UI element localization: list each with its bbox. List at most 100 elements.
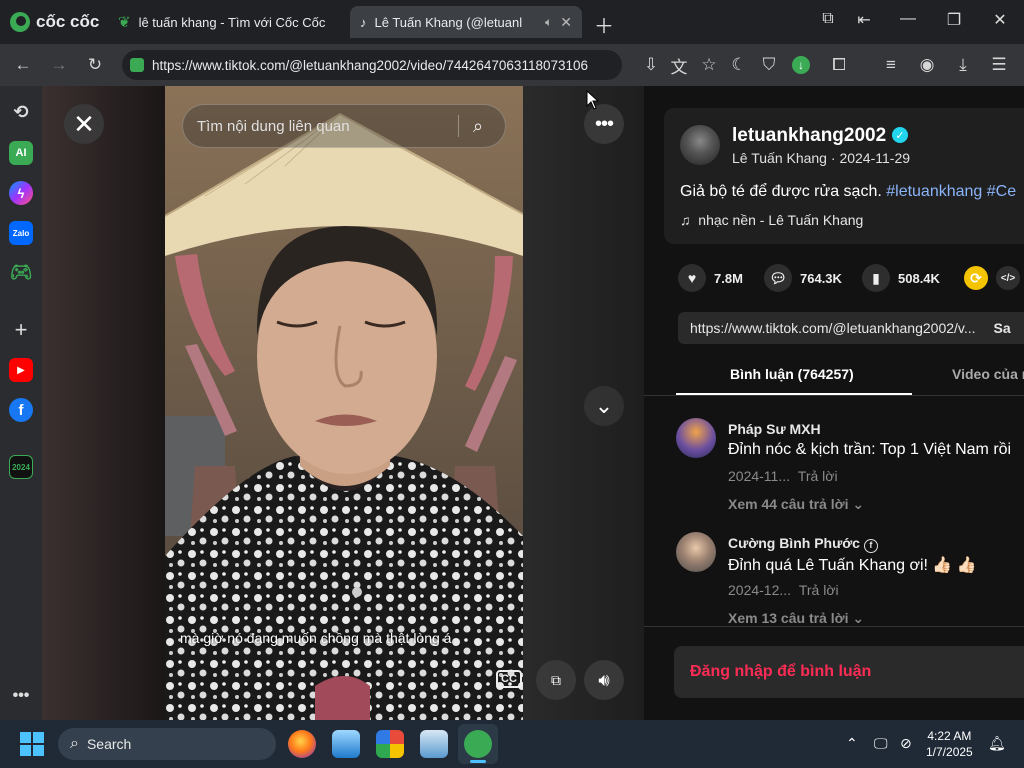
hashtag-link[interactable]: #letuankhang [886, 183, 982, 200]
view-replies-text: Xem 44 câu trả lời [728, 496, 849, 512]
bookmark-icon[interactable]: ▮ [862, 264, 890, 292]
comment-bubble-icon[interactable]: 💬︎ [764, 264, 792, 292]
tab-tiktok[interactable]: ♪ Lê Tuấn Khang (@letuanl 🔈︎ ✕ [350, 6, 582, 38]
view-replies-link[interactable]: Xem 44 câu trả lời ⌄ [728, 496, 864, 513]
view-replies-link[interactable]: Xem 13 câu trả lời ⌄ [728, 610, 864, 627]
search-divider [458, 115, 459, 137]
tab-comments[interactable]: Bình luận (764257) [730, 366, 854, 382]
new-tab-button[interactable]: ＋ [594, 10, 614, 39]
video-subtitle: mà giờ nó đang muốn chồng mà thật lòng á [180, 630, 452, 646]
maximize-button[interactable]: ❐ [942, 10, 966, 30]
view-replies-text: Xem 13 câu trả lời [728, 610, 849, 626]
zalo-icon[interactable]: Zalo [9, 221, 33, 245]
sidebar-more-icon[interactable]: ••• [9, 684, 33, 708]
comment-author[interactable]: Pháp Sư MXH [728, 421, 821, 437]
brand-text: cốc cốc [36, 12, 100, 31]
music-title: nhạc nền - Lê Tuấn Khang [698, 212, 864, 228]
embed-code-icon[interactable]: </> [996, 266, 1020, 290]
search-icon[interactable]: ⌕ [473, 116, 505, 137]
author-avatar[interactable] [680, 125, 720, 165]
related-search-box[interactable]: Tìm nội dung liên quan ⌕ [182, 104, 506, 148]
add-sidebar-app-icon[interactable]: + [9, 317, 33, 342]
bookmark-star-icon[interactable]: ☆ [696, 52, 722, 78]
firefox-icon[interactable] [288, 730, 316, 758]
copy-link-button[interactable]: Sa [994, 320, 1011, 336]
save-stat[interactable]: ▮ 508.4K [862, 264, 940, 292]
video-player[interactable] [165, 86, 523, 720]
ai-assistant-icon[interactable]: AI [9, 141, 33, 165]
youtube-icon[interactable]: ▶ [9, 358, 33, 382]
clock-date: 1/7/2025 [926, 745, 973, 759]
tab-list-icon[interactable]: ⇤ [852, 10, 876, 30]
comment-avatar[interactable] [676, 418, 716, 458]
comment-author[interactable]: Cường Bình Phước f [728, 535, 878, 553]
windows-start-icon[interactable] [20, 732, 44, 756]
reply-link[interactable]: Trả lời [798, 468, 838, 484]
address-bar[interactable]: https://www.tiktok.com/@letuankhang2002/… [122, 50, 622, 80]
save-count: 508.4K [898, 270, 940, 286]
speaker-icon[interactable]: 🔈︎ [545, 15, 552, 30]
messenger-icon[interactable]: ϟ [9, 181, 33, 205]
taskbar-search-box[interactable]: ⌕ Search [58, 728, 276, 760]
comment-meta: 2024-12... Trả lời [728, 582, 839, 598]
menu-icon[interactable]: ☰ [986, 52, 1012, 78]
hashtag-link[interactable]: #Ce [987, 183, 1016, 200]
profile-icon[interactable]: ◉ [914, 52, 940, 78]
next-video-button[interactable]: ⌄ [584, 386, 624, 426]
share-link-box[interactable]: https://www.tiktok.com/@letuankhang2002/… [678, 312, 1024, 344]
comment-stat[interactable]: 💬︎ 764.3K [764, 264, 842, 292]
mouse-cursor-icon [586, 90, 600, 110]
shield-icon[interactable]: ⛉ [756, 52, 782, 78]
more-options-button[interactable]: ••• [584, 104, 624, 144]
paint-app-icon[interactable] [376, 730, 404, 758]
login-to-comment-button[interactable]: Đăng nhập để bình luận [674, 646, 1024, 698]
coccoc-2024-icon[interactable]: 2024 [9, 455, 33, 479]
author-username[interactable]: letuankhang2002 [732, 125, 886, 147]
history-icon[interactable]: ⟲ [9, 100, 33, 124]
close-tab-icon[interactable]: ✕ [560, 14, 572, 31]
captions-cc-icon[interactable]: CC [494, 664, 524, 694]
picture-in-picture-button[interactable]: ⧉ [536, 660, 576, 700]
reload-button[interactable]: ↻ [82, 52, 108, 78]
heart-icon[interactable]: ♥ [678, 264, 706, 292]
close-video-button[interactable]: ✕ [64, 104, 104, 144]
music-link[interactable]: ♫ nhạc nền - Lê Tuấn Khang [680, 212, 863, 228]
tray-chevron-up-icon[interactable]: ⌃ [846, 735, 858, 752]
minimize-button[interactable]: — [896, 10, 920, 28]
taskbar-clock[interactable]: 4:22 AM 1/7/2025 [926, 728, 973, 760]
chevron-down-icon: ⌄ [852, 496, 865, 512]
network-icon[interactable]: 🖵︎ [874, 735, 888, 752]
remote-desktop-icon[interactable] [420, 730, 448, 758]
volume-muted-icon[interactable]: ⊘ [900, 735, 912, 752]
notification-bell-icon[interactable]: 🔔︎ [988, 735, 1006, 752]
back-button[interactable]: ← [10, 52, 36, 78]
repost-icon[interactable]: ⟳ [964, 266, 988, 290]
related-search-input[interactable]: Tìm nội dung liên quan [197, 118, 458, 135]
reply-link[interactable]: Trả lời [799, 582, 839, 598]
photos-app-icon[interactable] [332, 730, 360, 758]
comment-avatar[interactable] [676, 532, 716, 572]
forward-button[interactable]: → [46, 52, 72, 78]
game-icon[interactable]: 🎮︎ [9, 260, 33, 284]
screenshot-icon[interactable]: ⧉ [816, 10, 840, 28]
like-stat[interactable]: ♥ 7.8M [678, 264, 743, 292]
tab-search[interactable]: ❦ lê tuấn khang - Tìm với Cốc Cốc [108, 6, 348, 38]
search-icon: ⌕ [70, 735, 79, 752]
tab-title: Lê Tuấn Khang (@letuanl [374, 14, 523, 30]
media-control-icon[interactable]: ≡ [878, 52, 904, 78]
tab-creator-videos[interactable]: Video của n [952, 366, 1024, 382]
verified-badge-icon: ✓ [892, 127, 908, 143]
extensions-icon[interactable]: ⧠ [826, 52, 852, 78]
install-app-icon[interactable]: ⇩ [638, 52, 664, 78]
post-description: Giả bộ té để được rửa sạch. #letuankhang… [680, 183, 1016, 201]
download-video-icon[interactable]: ↓ [788, 52, 814, 78]
facebook-icon[interactable]: f [9, 398, 33, 422]
secure-lock-icon [130, 58, 144, 72]
coccoc-logo[interactable]: cốc cốc [10, 10, 99, 34]
translate-icon[interactable]: 文 [666, 52, 692, 78]
volume-button[interactable]: 🔊︎ [584, 660, 624, 700]
close-window-button[interactable]: ✕ [988, 10, 1012, 30]
coccoc-taskbar-icon[interactable] [464, 730, 492, 758]
downloads-icon[interactable]: ⤓ [950, 52, 976, 78]
dark-mode-icon[interactable]: ☾ [726, 52, 752, 78]
